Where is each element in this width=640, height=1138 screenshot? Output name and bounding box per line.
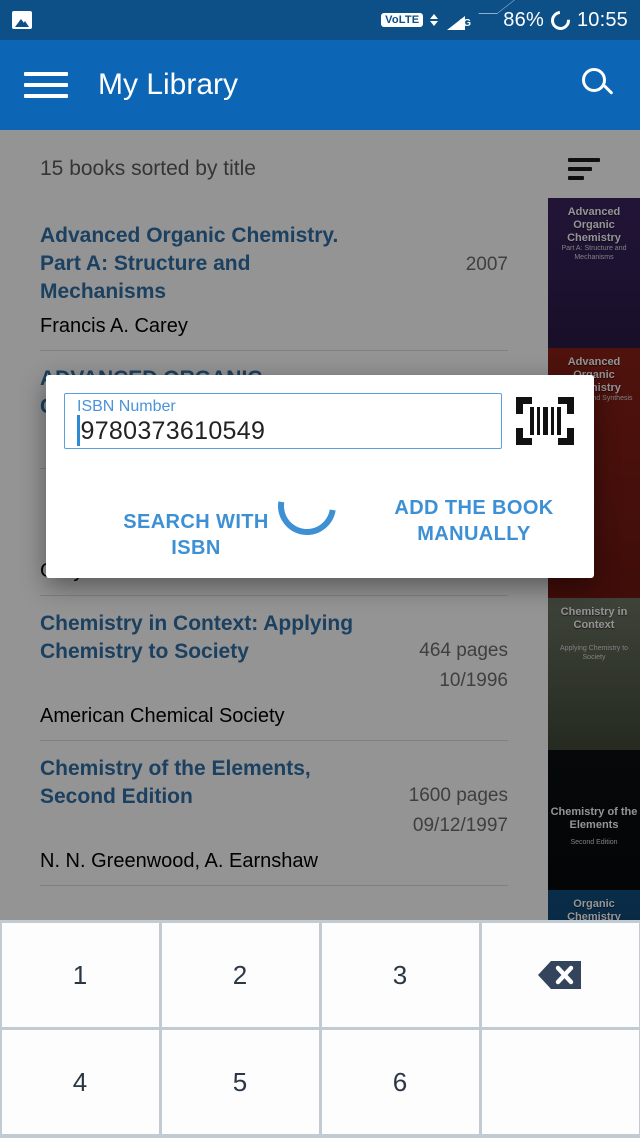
isbn-value-row: 9780373610549 — [77, 415, 491, 446]
key-6[interactable]: 6 — [321, 1030, 479, 1134]
isbn-input[interactable]: ISBN Number 9780373610549 — [64, 393, 502, 449]
search-icon[interactable] — [582, 68, 616, 102]
page-title: My Library — [98, 68, 239, 101]
signal-empty-icon — [478, 13, 496, 27]
status-bar: VoLTE 4G 86% 10:55 — [0, 0, 640, 40]
key-1[interactable]: 1 — [1, 923, 159, 1027]
app-bar: My Library — [0, 40, 640, 130]
clock-label: 10:55 — [576, 8, 628, 31]
battery-percent-label: 86% — [503, 8, 544, 31]
isbn-input-label: ISBN Number — [77, 398, 176, 415]
backspace-icon — [537, 959, 583, 991]
key-5[interactable]: 5 — [161, 1030, 319, 1134]
data-transfer-icon — [430, 14, 439, 26]
key-3[interactable]: 3 — [321, 923, 479, 1027]
add-book-manually-button[interactable]: ADD THE BOOK MANUALLY — [376, 495, 572, 547]
search-with-isbn-button[interactable]: SEARCH WITH ISBN — [96, 509, 296, 561]
text-cursor — [77, 415, 80, 446]
keyboard-row: 1 2 3 — [0, 923, 640, 1027]
numeric-keyboard: 1 2 3 4 5 6 — [0, 920, 640, 1138]
barcode-scan-icon[interactable] — [514, 395, 576, 447]
key-2[interactable]: 2 — [161, 923, 319, 1027]
isbn-field-row: ISBN Number 9780373610549 — [46, 375, 594, 449]
isbn-input-value: 9780373610549 — [80, 416, 266, 445]
signal-strength-icon: 4G — [445, 9, 471, 31]
hamburger-menu-icon[interactable] — [24, 68, 68, 102]
battery-ring-icon — [547, 6, 574, 34]
dialog-actions: SEARCH WITH ISBN ADD THE BOOK MANUALLY — [46, 455, 594, 559]
status-bar-left — [12, 11, 32, 29]
image-icon — [12, 11, 32, 29]
volte-icon: VoLTE — [381, 13, 424, 27]
key-4[interactable]: 4 — [1, 1030, 159, 1134]
key-blank[interactable] — [481, 1030, 639, 1134]
status-bar-right: VoLTE 4G 86% 10:55 — [381, 6, 628, 34]
keyboard-row: 4 5 6 — [0, 1030, 640, 1134]
backspace-key[interactable] — [481, 923, 639, 1027]
isbn-dialog: ISBN Number 9780373610549 SEARCH WITH IS… — [46, 375, 594, 578]
